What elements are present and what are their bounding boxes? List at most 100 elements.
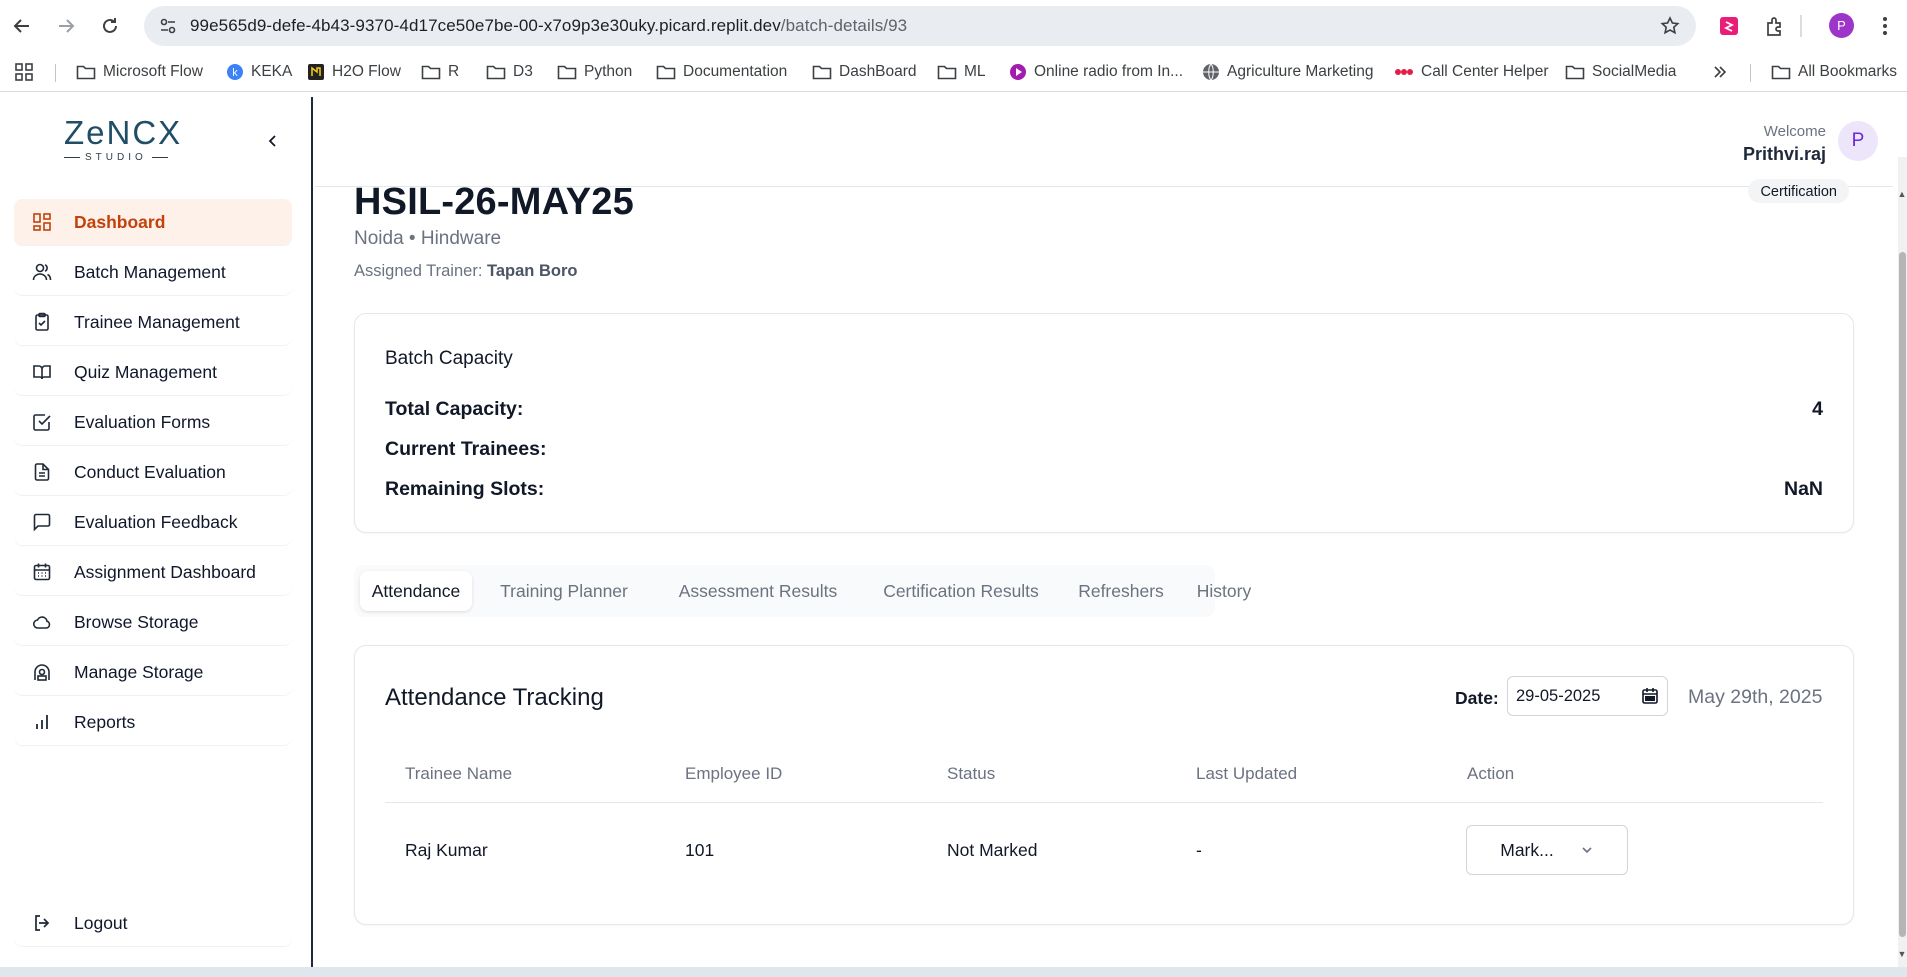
logo-text: ZeNCX (64, 114, 183, 151)
folder-icon (76, 63, 96, 81)
tab-history[interactable]: History (1181, 571, 1267, 611)
column-header: Action (1467, 764, 1515, 783)
main-content: Welcome Prithvi.raj P Certification HSIL… (315, 97, 1907, 967)
bookmark-item[interactable]: ML (937, 61, 986, 83)
bookmark-item[interactable]: DashBoard (812, 61, 917, 83)
site-settings-icon[interactable] (156, 14, 180, 38)
date-input[interactable]: 29-05-2025 (1507, 676, 1668, 716)
bookmark-item[interactable]: k KEKA (226, 61, 292, 83)
collapse-sidebar-button[interactable] (258, 126, 288, 156)
sidebar-item-label: Quiz Management (74, 361, 217, 382)
apps-grid-icon[interactable] (14, 61, 34, 83)
sidebar-item-reports[interactable]: Reports (14, 699, 292, 745)
url-text: 99e565d9-defe-4b43-9370-4d17ce50e7be-00-… (190, 16, 908, 35)
forward-icon[interactable] (52, 12, 80, 40)
sidebar-item-assignment-dashboard[interactable]: Assignment Dashboard (14, 549, 292, 595)
sidebar-item-evaluation-forms[interactable]: Evaluation Forms (14, 399, 292, 445)
folder-icon (1771, 65, 1791, 80)
sidebar-item-batch-management[interactable]: Batch Management (14, 249, 292, 295)
bookmark-label: KEKA (251, 63, 293, 80)
more-bookmarks-chevron-icon[interactable] (1712, 61, 1728, 83)
tab-attendance[interactable]: Attendance (360, 571, 472, 611)
address-bar[interactable]: 99e565d9-defe-4b43-9370-4d17ce50e7be-00-… (144, 6, 1696, 46)
assigned-trainer: Assigned Trainer: Tapan Boro (354, 262, 578, 280)
bookmark-item[interactable]: Online radio from In... (1009, 61, 1183, 83)
logout-icon (32, 913, 52, 933)
bookmark-item[interactable]: Call Center Helper (1394, 61, 1549, 83)
sidebar-item-quiz-management[interactable]: Quiz Management (14, 349, 292, 395)
tab-certification-results[interactable]: Certification Results (864, 571, 1058, 611)
last-updated: - (1196, 840, 1202, 860)
users-icon (32, 262, 52, 282)
more-menu-icon[interactable] (1872, 13, 1898, 39)
bar-chart-icon (32, 712, 52, 732)
chevron-left-icon (268, 135, 276, 147)
bookmark-item[interactable]: Microsoft Flow (76, 61, 203, 83)
user-avatar[interactable]: P (1838, 121, 1878, 161)
date-label: Date: (1455, 688, 1499, 708)
bookmark-divider (55, 64, 56, 82)
bookmark-item[interactable]: Agriculture Marketing (1202, 61, 1373, 83)
toolbar-divider (1800, 15, 1802, 37)
sidebar-item-label: Evaluation Forms (74, 411, 211, 432)
bookmark-label: DashBoard (839, 63, 917, 80)
reload-icon[interactable] (96, 12, 124, 40)
extension-pink-icon[interactable] (1716, 13, 1742, 39)
tab-training-planner[interactable]: Training Planner (477, 571, 651, 611)
sidebar-item-dashboard[interactable]: Dashboard (14, 199, 292, 245)
extensions-puzzle-icon[interactable] (1762, 13, 1788, 39)
cloud-icon (32, 612, 52, 632)
bookmark-item[interactable]: Python (557, 61, 632, 83)
capacity-row: Remaining Slots: NaN (385, 478, 1823, 500)
h2o-icon (307, 63, 325, 81)
svg-text:k: k (232, 67, 238, 79)
logout-button[interactable]: Logout (14, 900, 292, 946)
capacity-row: Current Trainees: (385, 438, 547, 460)
bookmark-label: D3 (513, 63, 533, 80)
bookmark-item[interactable]: D3 (486, 61, 533, 83)
sidebar-item-label: Browse Storage (74, 611, 199, 632)
bookmark-item[interactable]: Documentation (656, 61, 787, 83)
sidebar-item-manage-storage[interactable]: Manage Storage (14, 649, 292, 695)
bookmark-item[interactable]: R (421, 61, 459, 83)
tab-assessment-results[interactable]: Assessment Results (658, 571, 858, 611)
mark-select-value: Mark... (1500, 839, 1554, 860)
message-square-icon (32, 512, 52, 532)
bookmark-label: R (448, 63, 460, 80)
sidebar-item-label: Trainee Management (74, 311, 240, 332)
sidebar-item-evaluation-feedback[interactable]: Evaluation Feedback (14, 499, 292, 545)
bookmark-label: H2O Flow (332, 63, 401, 80)
folder-icon (656, 63, 676, 81)
bookmark-item[interactable]: SocialMedia (1565, 61, 1676, 83)
back-icon[interactable] (8, 12, 36, 40)
all-bookmarks[interactable]: All Bookmarks (1771, 61, 1897, 83)
sidebar-item-browse-storage[interactable]: Browse Storage (14, 599, 292, 645)
profile-avatar[interactable]: P (1829, 13, 1854, 38)
scroll-up-arrow-icon[interactable]: ▲ (1897, 189, 1907, 199)
bookmark-label: Documentation (683, 63, 788, 80)
clipboard-check-icon (32, 312, 52, 332)
all-bookmarks-label: All Bookmarks (1798, 63, 1898, 80)
status-badge: Certification (1748, 179, 1849, 203)
bookmark-label: Call Center Helper (1421, 63, 1549, 80)
bookmark-divider (1750, 64, 1751, 82)
folder-icon (421, 63, 441, 81)
tab-refreshers[interactable]: Refreshers (1064, 571, 1178, 611)
sidebar-item-trainee-management[interactable]: Trainee Management (14, 299, 292, 345)
sidebar-item-conduct-evaluation[interactable]: Conduct Evaluation (14, 449, 292, 495)
dashboard-icon (32, 212, 52, 232)
mark-attendance-select[interactable]: Mark... (1466, 825, 1628, 875)
attendance-title: Attendance Tracking (385, 684, 604, 711)
bookmark-item[interactable]: H2O Flow (307, 61, 401, 83)
top-header: Welcome Prithvi.raj P (315, 97, 1893, 187)
batch-tabs: Attendance Training Planner Assessment R… (354, 565, 1251, 617)
bookmarks-bar: Microsoft Flow k KEKA H2O Flow R D3 Python Docu… (0, 52, 1907, 92)
scrollbar-thumb[interactable] (1899, 252, 1906, 937)
bookmark-star-icon[interactable] (1658, 14, 1682, 38)
scroll-down-arrow-icon[interactable]: ▼ (1897, 949, 1907, 959)
sidebar: ZeNCX STUDIO Dashboard Batch Management Tr… (0, 97, 313, 967)
page-title: HSIL-26-MAY25 (354, 181, 634, 223)
globe-icon (1202, 63, 1220, 81)
logo-subtitle: STUDIO (64, 152, 194, 163)
folder-icon (812, 63, 832, 81)
